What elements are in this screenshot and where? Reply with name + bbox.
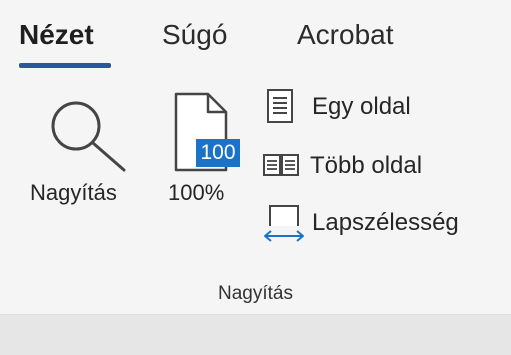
page-100-badge: 100 <box>200 141 236 164</box>
multiple-pages-label: Több oldal <box>310 152 423 179</box>
page-width-button[interactable]: Lapszélesség <box>262 204 492 242</box>
one-page-label: Egy oldal <box>312 93 411 120</box>
tab-view[interactable]: Nézet <box>19 18 94 52</box>
magnifier-icon <box>51 101 126 172</box>
zoom-button[interactable]: Nagyítás <box>26 92 148 214</box>
document-area-edge <box>0 314 511 355</box>
one-page-icon <box>267 89 293 123</box>
one-page-button[interactable]: Egy oldal <box>264 88 444 126</box>
tab-help[interactable]: Súgó <box>162 18 227 52</box>
zoom-button-label: Nagyítás <box>30 180 117 205</box>
zoom-100-label: 100% <box>168 180 225 205</box>
page-width-icon <box>264 205 304 242</box>
ribbon: Nézet Súgó Acrobat Nagyítás 100 100% Egy… <box>0 0 511 314</box>
multiple-pages-icon <box>263 154 299 176</box>
zoom-100-button[interactable]: 100 100% <box>164 92 246 214</box>
page-width-label: Lapszélesség <box>312 209 459 236</box>
tab-acrobat[interactable]: Acrobat <box>297 18 394 52</box>
multiple-pages-button[interactable]: Több oldal <box>262 147 462 185</box>
zoom-group-label: Nagyítás <box>218 283 293 304</box>
active-tab-indicator <box>19 63 111 68</box>
